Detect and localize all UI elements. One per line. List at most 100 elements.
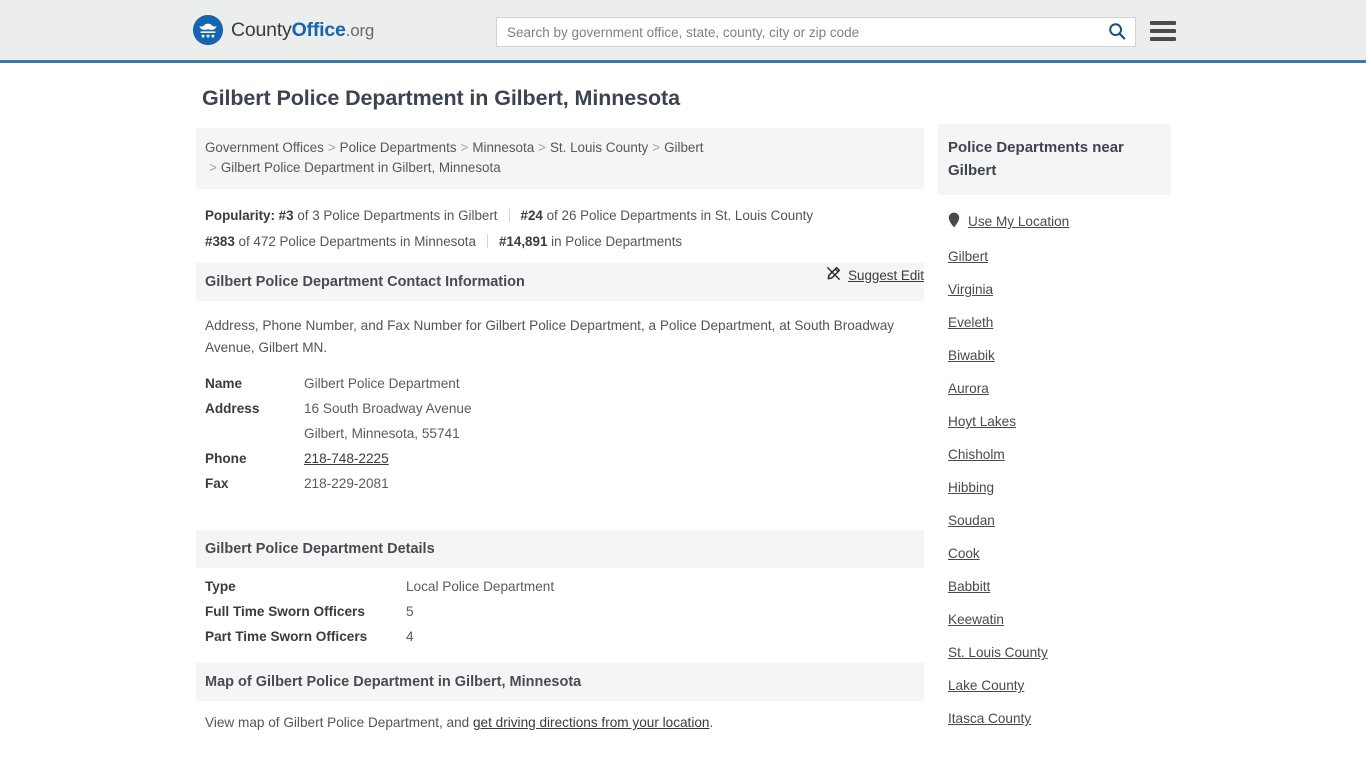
sidebar-heading: Police Departments near Gilbert [938, 124, 1171, 195]
sidebar-item-use-my-location[interactable]: Use My Location [938, 203, 1171, 240]
breadcrumb: Government Offices > Police Departments > Mi… [196, 128, 924, 189]
site-logo[interactable]: CountyOffice.org [193, 15, 374, 45]
sidebar-item-st-louis-county[interactable]: St. Louis County [938, 636, 1171, 669]
search-button[interactable] [1099, 18, 1135, 46]
details-label-type: Type [205, 579, 236, 594]
details-heading: Gilbert Police Department Details [196, 530, 924, 568]
contact-label-blank [196, 421, 304, 446]
table-row: Phone 218-748-2225 [196, 446, 924, 471]
sidebar-link[interactable]: Gilbert [948, 249, 988, 264]
contact-value-fax: 218-229-2081 [304, 476, 389, 491]
eagle-seal-icon [193, 15, 223, 45]
breadcrumb-item-minnesota[interactable]: Minnesota [472, 140, 534, 155]
sidebar-item-itasca-county[interactable]: Itasca County [938, 702, 1171, 735]
popularity-item-national: #14,891 in Police Departments [499, 234, 682, 249]
map-heading: Map of Gilbert Police Department in Gilb… [196, 663, 924, 701]
suggest-edit-button[interactable]: Suggest Edit [826, 266, 924, 284]
popularity-rank: #24 [520, 208, 543, 223]
hamburger-menu-icon-bar [1150, 29, 1176, 33]
popularity-divider [508, 208, 510, 222]
search-bar[interactable] [496, 17, 1136, 47]
breadcrumb-current: Gilbert Police Department in Gilbert, Mi… [220, 160, 501, 175]
breadcrumb-item-police-departments[interactable]: Police Departments [340, 140, 457, 155]
contact-label-address: Address [205, 401, 260, 416]
map-note-prefix: View map of Gilbert Police Department, a… [205, 715, 473, 730]
map-note: View map of Gilbert Police Department, a… [196, 701, 924, 730]
sidebar-item-babbitt[interactable]: Babbitt [938, 570, 1171, 603]
breadcrumb-separator: > [460, 140, 469, 155]
logo-text-org: .org [345, 20, 375, 40]
breadcrumb-item-gilbert[interactable]: Gilbert [664, 140, 703, 155]
details-table: Type Local Police Department Full Time S… [196, 574, 924, 649]
table-row: Type Local Police Department [196, 574, 924, 599]
contact-information-table: Name Gilbert Police Department Address 1… [196, 371, 924, 496]
details-label-full-time-sworn-officers: Full Time Sworn Officers [205, 604, 365, 619]
popularity-item-county: #24 of 26 Police Departments in St. Loui… [521, 208, 814, 223]
sidebar-item-keewatin[interactable]: Keewatin [938, 603, 1171, 636]
details-label-part-time-sworn-officers: Part Time Sworn Officers [205, 629, 368, 644]
sidebar-item-chisholm[interactable]: Chisholm [938, 438, 1171, 471]
breadcrumb-separator: > [327, 140, 336, 155]
sidebar-item-virginia[interactable]: Virginia [938, 273, 1171, 306]
site-header: CountyOffice.org [0, 0, 1366, 63]
sidebar-link[interactable]: Lake County [948, 678, 1024, 693]
sidebar-item-aurora[interactable]: Aurora [938, 372, 1171, 405]
popularity-text: in Police Departments [551, 234, 683, 249]
sidebar-item-hibbing[interactable]: Hibbing [938, 471, 1171, 504]
map-pin-icon [948, 212, 960, 231]
phone-link[interactable]: 218-748-2225 [304, 451, 389, 466]
sidebar-item-hoyt-lakes[interactable]: Hoyt Lakes [938, 405, 1171, 438]
contact-value-address-line1: 16 South Broadway Avenue [304, 401, 472, 416]
search-input[interactable] [497, 18, 1099, 46]
contact-label-name: Name [205, 376, 243, 391]
breadcrumb-item-government-offices[interactable]: Government Offices [205, 140, 324, 155]
map-note-suffix: . [709, 715, 714, 730]
sidebar-item-cook[interactable]: Cook [938, 537, 1171, 570]
sidebar-link[interactable]: Eveleth [948, 315, 993, 330]
popularity-rank: #14,891 [498, 234, 548, 249]
breadcrumb-separator: > [538, 140, 546, 155]
sidebar-link[interactable]: Itasca County [948, 711, 1031, 726]
logo-wordmark: CountyOffice.org [231, 19, 374, 42]
details-section: Gilbert Police Department Details Type L… [196, 530, 924, 649]
driving-directions-link[interactable]: get driving directions from your locatio… [473, 715, 710, 730]
sidebar-link[interactable]: Hoyt Lakes [948, 414, 1016, 429]
popularity-text: of 3 Police Departments in Gilbert [297, 208, 498, 223]
sidebar-link[interactable]: Chisholm [948, 447, 1005, 462]
sidebar-link[interactable]: Soudan [948, 513, 995, 528]
sidebar-item-biwabik[interactable]: Biwabik [938, 339, 1171, 372]
breadcrumb-separator: > [209, 160, 217, 175]
popularity-rank: #3 [278, 208, 294, 223]
popularity-item-state: #383 of 472 Police Departments in Minnes… [205, 234, 476, 249]
contact-information-section: Gilbert Police Department Contact Inform… [196, 263, 924, 496]
sidebar-item-gilbert[interactable]: Gilbert [938, 240, 1171, 273]
hamburger-menu-button[interactable] [1150, 18, 1176, 44]
sidebar-link[interactable]: Babbitt [948, 579, 990, 594]
contact-value-address-line2: Gilbert, Minnesota, 55741 [304, 426, 460, 441]
sidebar-item-soudan[interactable]: Soudan [938, 504, 1171, 537]
contact-label-fax: Fax [205, 476, 229, 491]
details-value-part-time-sworn-officers: 4 [406, 629, 414, 644]
sidebar-list: Use My Location Gilbert Virginia Eveleth… [938, 195, 1171, 735]
suggest-edit-label: Suggest Edit [848, 267, 924, 283]
table-row: Address 16 South Broadway Avenue [196, 396, 924, 421]
sidebar-item-lake-county[interactable]: Lake County [938, 669, 1171, 702]
sidebar-link[interactable]: Aurora [948, 381, 989, 396]
details-value-full-time-sworn-officers: 5 [406, 604, 414, 619]
table-row: Part Time Sworn Officers 4 [196, 624, 924, 649]
sidebar-link[interactable]: St. Louis County [948, 645, 1048, 660]
use-my-location-link[interactable]: Use My Location [968, 214, 1069, 229]
breadcrumb-item-st-louis-county[interactable]: St. Louis County [550, 140, 648, 155]
sidebar-link[interactable]: Virginia [948, 282, 993, 297]
sidebar-link[interactable]: Biwabik [948, 348, 995, 363]
sidebar-link[interactable]: Hibbing [948, 480, 994, 495]
sidebar-item-eveleth[interactable]: Eveleth [938, 306, 1171, 339]
contact-label-phone: Phone [205, 451, 247, 466]
popularity-text: of 26 Police Departments in St. Louis Co… [546, 208, 814, 223]
contact-information-description: Address, Phone Number, and Fax Number fo… [205, 318, 895, 355]
contact-value-phone: 218-748-2225 [304, 446, 924, 471]
contact-value-name: Gilbert Police Department [304, 376, 460, 391]
sidebar-link[interactable]: Cook [948, 546, 980, 561]
sidebar-link[interactable]: Keewatin [948, 612, 1004, 627]
